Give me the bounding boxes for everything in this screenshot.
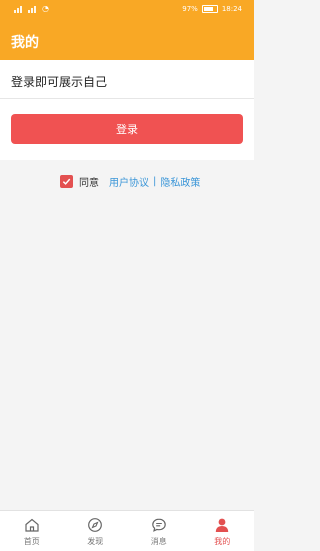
tab-label: 消息 bbox=[150, 537, 167, 546]
tab-home[interactable]: 首页 bbox=[0, 511, 64, 551]
message-icon bbox=[151, 518, 166, 532]
login-prompt[interactable]: 登录即可展示自己 bbox=[11, 73, 107, 90]
check-icon bbox=[62, 178, 71, 185]
header: 我的 bbox=[0, 22, 254, 60]
privacy-policy-link[interactable]: 隐私政策 bbox=[160, 174, 200, 189]
wifi-icon: ◔ bbox=[42, 4, 49, 13]
person-icon bbox=[216, 518, 229, 532]
agree-label: 同意 bbox=[79, 177, 99, 189]
bottom-tab-bar: 首页 发现 消息 我的 bbox=[0, 510, 254, 551]
battery-percent: 97% bbox=[182, 5, 198, 13]
compass-icon bbox=[88, 518, 103, 532]
battery-icon bbox=[201, 5, 218, 13]
agreement-row: 同意 用户协议 | 隐私政策 bbox=[60, 174, 200, 189]
tab-label: 首页 bbox=[23, 537, 40, 546]
tab-me[interactable]: 我的 bbox=[191, 511, 255, 551]
tab-label: 发现 bbox=[87, 537, 104, 546]
tab-discover[interactable]: 发现 bbox=[64, 511, 128, 551]
link-separator: | bbox=[153, 175, 157, 187]
status-bar: ◔ 97% 18:24 bbox=[0, 0, 254, 22]
home-icon bbox=[25, 518, 39, 532]
login-button[interactable]: 登录 bbox=[11, 114, 243, 144]
agree-checkbox[interactable] bbox=[60, 174, 73, 188]
divider bbox=[0, 98, 254, 99]
tab-label: 我的 bbox=[214, 537, 231, 546]
tab-messages[interactable]: 消息 bbox=[127, 511, 191, 551]
page-title: 我的 bbox=[11, 35, 39, 51]
signal-icon-2 bbox=[28, 5, 38, 13]
user-agreement-link[interactable]: 用户协议 bbox=[109, 174, 149, 189]
clock: 18:24 bbox=[221, 5, 242, 13]
signal-icon bbox=[14, 5, 24, 13]
